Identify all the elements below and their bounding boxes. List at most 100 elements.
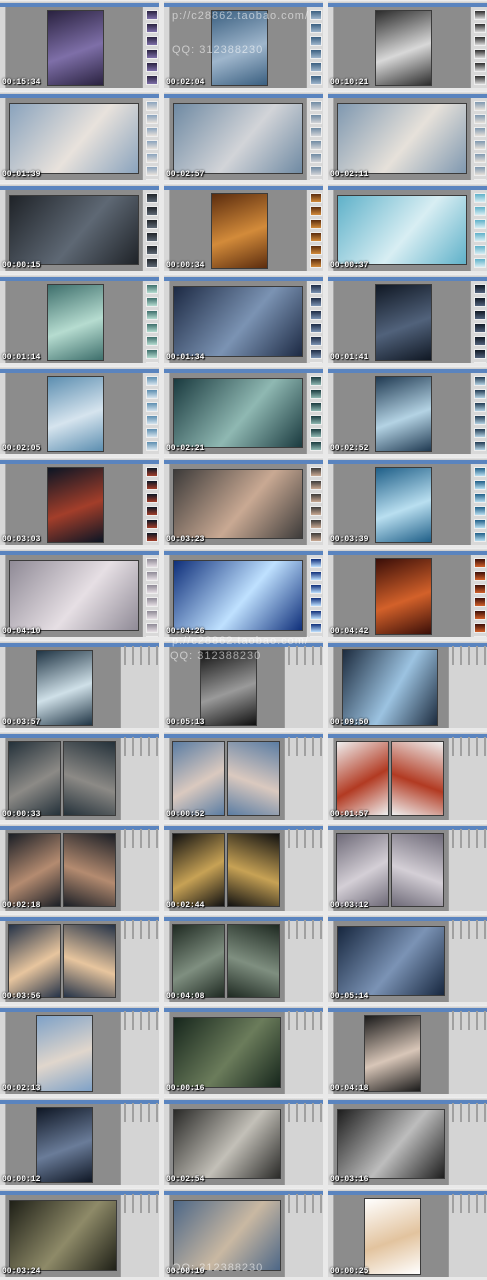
tools-panel [328,921,334,1002]
screenshot-thumbnail: 00:03:57 [0,640,159,728]
thumbnail-swatch [310,219,322,229]
thumbnail-swatch [474,245,486,255]
screenshot-thumbnail: 00:00:15 [0,183,159,271]
timestamp-label: 00:15:34 [2,78,41,87]
photo-canvas [46,376,104,452]
panel-row [140,646,142,665]
layers-panel [284,737,323,820]
thumbnail-swatch [310,310,322,320]
panel-row [460,646,462,665]
panel-row [312,920,314,939]
thumbnail-swatch [146,127,158,137]
thumbnail-swatch [310,415,322,425]
thumbnail-swatch [146,493,158,503]
panel-row [148,646,150,665]
thumbnail-swatch [146,49,158,59]
layers-panel [448,646,487,728]
timestamp-label: 00:00:25 [330,1267,369,1276]
panel-row [312,829,314,848]
screenshot-thumbnail: 00:00:25 [328,1188,487,1277]
photo-canvas [9,195,139,265]
thumbnail-swatch [474,232,486,242]
panel-row [460,737,462,756]
layers-panel [120,1194,159,1277]
panel-row [304,737,306,756]
screenshot-thumbnail: 00:03:56 [0,914,159,1002]
screenshot-thumbnail: 00:03:16 [328,1097,487,1185]
thumbnail-swatch [474,349,486,359]
layers-panel [448,737,487,820]
panel-row [288,829,290,848]
options-bar [328,551,487,555]
thumbnail-swatch [474,519,486,529]
timestamp-label: 00:10:21 [330,78,369,87]
thumbnail-swatch [474,415,486,425]
thumbnail-swatch [146,376,158,386]
panel-row [320,1103,322,1122]
screenshot-thumbnail: 00:02:18 [0,823,159,911]
thumbnail-swatch [146,532,158,542]
options-bar [164,460,323,464]
timestamp-label: 00:03:03 [2,535,41,544]
thumbnail-swatch [146,36,158,46]
panel-row [132,829,134,848]
photo-canvas [391,741,444,816]
screenshot-thumbnail: 00:00:33 [0,731,159,820]
panel-row [304,829,306,848]
tools-panel [328,738,334,820]
filmstrip-panel [470,98,487,180]
panel-row [312,1194,314,1213]
thumbnail-swatch [474,506,486,516]
panel-row [288,737,290,756]
thumbnail-swatch [310,428,322,438]
thumbnail-swatch [146,623,158,633]
thumbnail-swatch [310,519,322,529]
options-bar [164,94,323,98]
layers-panel [448,1011,487,1094]
screenshot-thumbnail: 00:04:10 [0,548,159,637]
panel-row [140,1103,142,1122]
panel-row [460,1103,462,1122]
watermark-text: p://c28862.taobao.com/ [172,635,309,647]
panel-row [452,920,454,939]
panel-row [468,737,470,756]
thumbnail-swatch [474,480,486,490]
panel-row [132,1194,134,1213]
panel-row [124,829,126,848]
tools-panel [164,1195,170,1277]
timestamp-label: 00:00:16 [166,1084,205,1093]
screenshot-thumbnail: 00:02:05 [0,366,159,454]
thumbnail-swatch [310,558,322,568]
screenshot-thumbnail: 00:00:52 [164,731,323,820]
thumbnail-swatch [146,597,158,607]
panel-row [304,646,306,665]
panel-row [140,829,142,848]
thumbnail-swatch [310,506,322,516]
thumbnail-swatch [146,571,158,581]
tools-panel [164,373,170,454]
thumbnail-swatch [310,284,322,294]
panel-row [312,646,314,665]
timestamp-label: 00:01:34 [166,353,205,362]
thumbnail-swatch [474,636,486,637]
thumbnail-swatch [146,23,158,33]
screenshot-thumbnail: 00:01:41 [328,274,487,363]
thumbnail-swatch [474,493,486,503]
tools-panel [328,1104,334,1185]
thumbnail-swatch [310,441,322,451]
photo-canvas [8,833,61,907]
thumbnail-swatch [146,467,158,477]
photo-canvas [363,1015,421,1092]
panel-row [288,1103,290,1122]
thumbnail-swatch [474,179,486,180]
panel-row [132,1103,134,1122]
thumbnail-swatch [310,467,322,477]
screenshot-thumbnail: 00:03:12 [328,823,487,911]
thumbnail-swatch [146,75,158,85]
thumbnail-swatch [146,219,158,229]
thumbnail-swatch [474,532,486,542]
thumbnail-swatch [474,441,486,451]
thumbnail-swatch [146,284,158,294]
options-bar [328,460,487,464]
panel-row [156,829,158,848]
